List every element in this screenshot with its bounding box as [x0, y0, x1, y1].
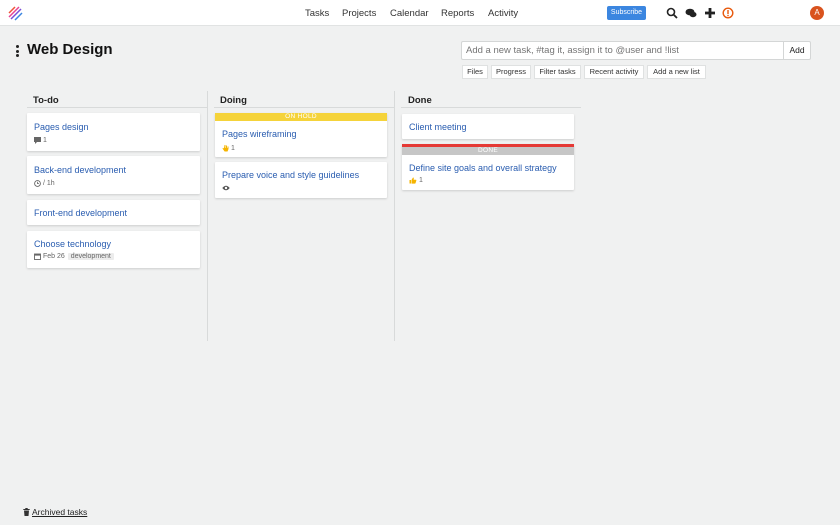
task-card-front-end-development[interactable]: Front-end development	[27, 200, 200, 225]
nav-projects[interactable]: Projects	[342, 8, 376, 19]
list-title-done[interactable]: Done	[408, 95, 432, 106]
list-divider	[27, 107, 207, 108]
list-divider	[401, 107, 581, 108]
due-date: Feb 26	[43, 253, 65, 260]
files-button[interactable]: Files	[462, 65, 488, 79]
task-card-back-end-development[interactable]: Back-end development / 1h	[27, 156, 200, 194]
thumbs-up-icon	[409, 177, 417, 184]
task-meta: 1	[409, 177, 423, 184]
info-icon[interactable]	[722, 7, 734, 19]
time-estimate: / 1h	[43, 180, 55, 187]
filter-tasks-button[interactable]: Filter tasks	[534, 65, 581, 79]
comment-count: 1	[43, 137, 47, 144]
task-card-prepare-voice-guidelines[interactable]: Prepare voice and style guidelines	[215, 162, 387, 198]
recent-activity-button[interactable]: Recent activity	[584, 65, 644, 79]
list-title-doing[interactable]: Doing	[220, 95, 247, 106]
comment-icon	[34, 137, 41, 144]
task-card-pages-design[interactable]: Pages design 1	[27, 113, 200, 151]
trash-icon	[23, 508, 30, 516]
task-card-define-site-goals[interactable]: DONE Define site goals and overall strat…	[402, 144, 574, 190]
task-meta	[222, 185, 232, 191]
hand-icon	[222, 144, 229, 152]
task-title[interactable]: Front-end development	[34, 208, 127, 218]
task-title[interactable]: Define site goals and overall strategy	[409, 163, 557, 173]
task-title[interactable]: Client meeting	[409, 122, 467, 132]
task-meta: Feb 26 development	[34, 253, 114, 260]
plus-icon[interactable]	[704, 7, 716, 19]
archived-tasks-label[interactable]: Archived tasks	[32, 507, 87, 517]
task-title[interactable]: Pages wireframing	[222, 129, 297, 139]
task-meta: / 1h	[34, 180, 55, 187]
add-task-button[interactable]: Add	[783, 41, 811, 60]
task-title[interactable]: Pages design	[34, 122, 89, 132]
task-meta: 1	[34, 137, 47, 144]
like-count: 1	[419, 177, 423, 184]
task-card-choose-technology[interactable]: Choose technology Feb 26 development	[27, 231, 200, 268]
list-title-todo[interactable]: To-do	[33, 95, 59, 106]
nav-reports[interactable]: Reports	[441, 8, 474, 19]
nav-calendar[interactable]: Calendar	[390, 8, 429, 19]
project-title: Web Design	[27, 41, 113, 58]
task-title[interactable]: Prepare voice and style guidelines	[222, 170, 359, 180]
task-title[interactable]: Choose technology	[34, 239, 111, 249]
chat-icon[interactable]	[685, 7, 697, 19]
list-separator	[394, 91, 395, 341]
project-menu-icon[interactable]	[16, 45, 19, 57]
app-logo-icon[interactable]	[8, 6, 23, 21]
task-title[interactable]: Back-end development	[34, 165, 126, 175]
eye-icon	[222, 185, 230, 191]
top-navigation-bar: Tasks Projects Calendar Reports Activity…	[0, 0, 840, 26]
calendar-icon	[34, 253, 41, 260]
add-new-list-button[interactable]: Add a new list	[647, 65, 706, 79]
list-divider	[214, 107, 394, 108]
search-icon[interactable]	[666, 7, 678, 19]
task-meta: 1	[222, 144, 235, 152]
clock-icon	[34, 180, 41, 187]
hand-count: 1	[231, 144, 235, 152]
list-separator	[207, 91, 208, 341]
nav-tasks[interactable]: Tasks	[305, 8, 329, 19]
task-card-pages-wireframing[interactable]: ON HOLD Pages wireframing 1	[215, 113, 387, 157]
task-card-client-meeting[interactable]: Client meeting	[402, 114, 574, 139]
on-hold-banner: ON HOLD	[215, 113, 387, 121]
add-task-input[interactable]	[461, 41, 783, 60]
nav-activity[interactable]: Activity	[488, 8, 518, 19]
progress-button[interactable]: Progress	[491, 65, 531, 79]
tag-badge[interactable]: development	[67, 253, 114, 260]
user-avatar[interactable]: A	[810, 6, 824, 20]
done-banner: DONE	[402, 147, 574, 155]
subscribe-button[interactable]: Subscribe	[607, 6, 646, 20]
archived-tasks-link[interactable]: Archived tasks	[23, 507, 87, 517]
